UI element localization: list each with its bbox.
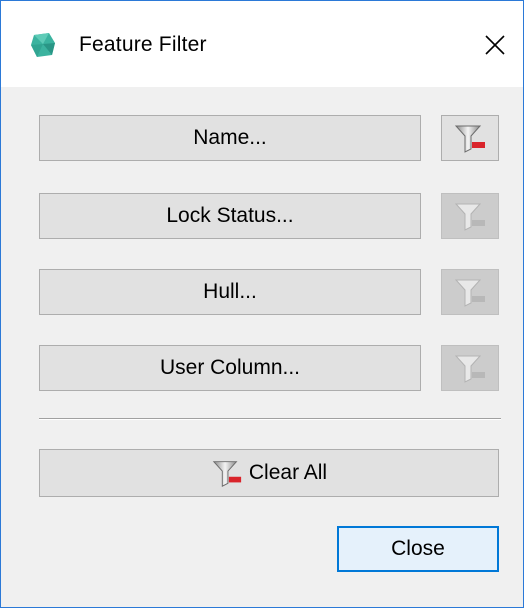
filter-clear-icon <box>454 125 485 153</box>
close-button[interactable]: Close <box>337 526 499 572</box>
clear-user-column-filter-button[interactable] <box>441 345 499 391</box>
clear-all-button[interactable]: Clear All <box>39 449 499 497</box>
user-column-filter-label: User Column... <box>159 356 301 379</box>
filter-clear-icon <box>454 203 485 231</box>
hull-shape-icon <box>31 33 55 57</box>
name-filter-button[interactable]: Name... <box>39 115 421 161</box>
hull-filter-button[interactable]: Hull... <box>39 269 421 315</box>
window-title: Feature Filter <box>79 33 207 56</box>
filter-clear-icon <box>454 279 485 307</box>
name-filter-label: Name... <box>193 126 267 149</box>
lock-status-filter-button[interactable]: Lock Status... <box>39 193 421 239</box>
clear-lock-status-filter-button[interactable] <box>441 193 499 239</box>
dialog-content: Name... Lock Status... Hull... User Colu… <box>1 87 523 607</box>
clear-name-filter-button[interactable] <box>441 115 499 161</box>
hull-filter-label: Hull... <box>203 280 257 303</box>
close-label: Close <box>391 537 445 560</box>
title-bar[interactable]: Feature Filter <box>1 1 523 87</box>
clear-all-label: Clear All <box>248 461 328 484</box>
user-column-filter-button[interactable]: User Column... <box>39 345 421 391</box>
clear-hull-filter-button[interactable] <box>441 269 499 315</box>
filter-clear-icon <box>212 461 242 487</box>
filter-clear-icon <box>454 355 485 383</box>
lock-status-filter-label: Lock Status... <box>166 204 294 227</box>
close-icon[interactable] <box>481 31 509 59</box>
feature-filter-dialog: Feature Filter Name... Lock Status... Hu… <box>0 0 524 608</box>
separator <box>39 418 501 420</box>
